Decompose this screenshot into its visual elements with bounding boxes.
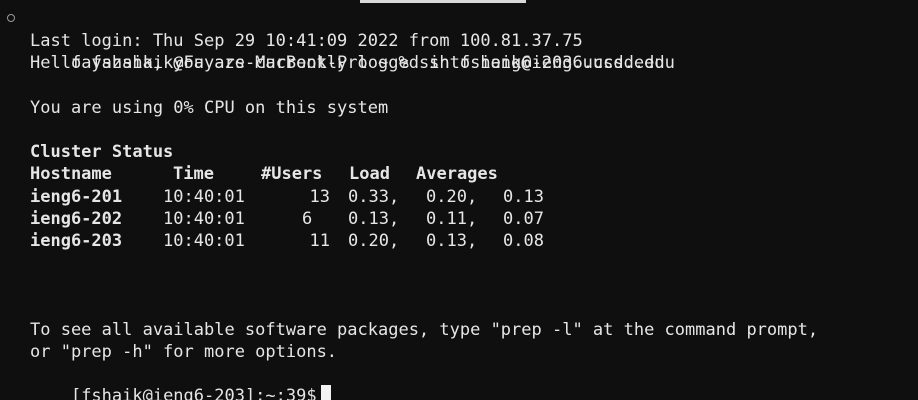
command-line: fayazshaik@Fayazs-MacBook-Pro ~ % ssh fs…	[7, 8, 918, 73]
window-top-accent	[360, 0, 526, 3]
row-hostname: ieng6-203	[30, 230, 123, 251]
row-load-15: 0.07	[503, 208, 544, 229]
terminal-window[interactable]: fayazshaik@Fayazs-MacBook-Pro ~ % ssh fs…	[0, 0, 918, 400]
row-load-1: 0.20,	[348, 230, 400, 251]
row-load-15: 0.13	[503, 186, 544, 207]
table-row: ieng6-203 10:40:01 11 0.20, 0.13, 0.08	[30, 230, 918, 252]
text-cursor[interactable]	[320, 385, 331, 400]
header-load: Load	[349, 164, 390, 185]
footer-line: To see all available software packages, …	[30, 319, 819, 340]
cpu-usage-line: You are using 0% CPU on this system	[30, 97, 389, 118]
table-row: ieng6-201 10:40:01 13 0.33, 0.20, 0.13	[30, 186, 918, 208]
header-hostname: Hostname	[30, 164, 112, 185]
row-load-1: 0.13,	[348, 208, 400, 229]
row-time: 10:40:01	[163, 208, 245, 229]
row-users: 11	[309, 230, 330, 251]
command-text: fayazshaik@Fayazs-MacBook-Pro ~ % ssh fs…	[70, 53, 675, 74]
row-load-1: 0.33,	[348, 186, 400, 207]
row-load-5: 0.20,	[426, 186, 478, 207]
row-hostname: ieng6-202	[30, 208, 123, 229]
header-averages: Averages	[416, 164, 498, 185]
cluster-table-header: Hostname Time #Users Load Averages	[30, 163, 918, 185]
row-load-5: 0.13,	[426, 230, 478, 251]
footer-line: or "prep -h" for more options.	[30, 341, 338, 362]
row-load-15: 0.08	[503, 230, 544, 251]
shell-prompt: [fshaik@ieng6-203]:~:39$	[70, 386, 317, 400]
row-users: 13	[309, 186, 330, 207]
last-login-line: Last login: Thu Sep 29 10:41:09 2022 fro…	[30, 31, 583, 52]
row-users: 6	[302, 208, 313, 229]
prompt-status-circle-icon	[7, 14, 15, 22]
shell-prompt-line[interactable]: [fshaik@ieng6-203]:~:39$	[30, 363, 918, 400]
row-time: 10:40:01	[163, 230, 245, 251]
row-time: 10:40:01	[163, 186, 245, 207]
header-time: Time	[173, 164, 214, 185]
table-row: ieng6-202 10:40:01 6 0.13, 0.11, 0.07	[30, 208, 918, 230]
header-users: #Users	[261, 164, 323, 185]
row-load-5: 0.11,	[426, 208, 478, 229]
cluster-status-title: Cluster Status	[30, 142, 174, 163]
row-hostname: ieng6-201	[30, 186, 123, 207]
